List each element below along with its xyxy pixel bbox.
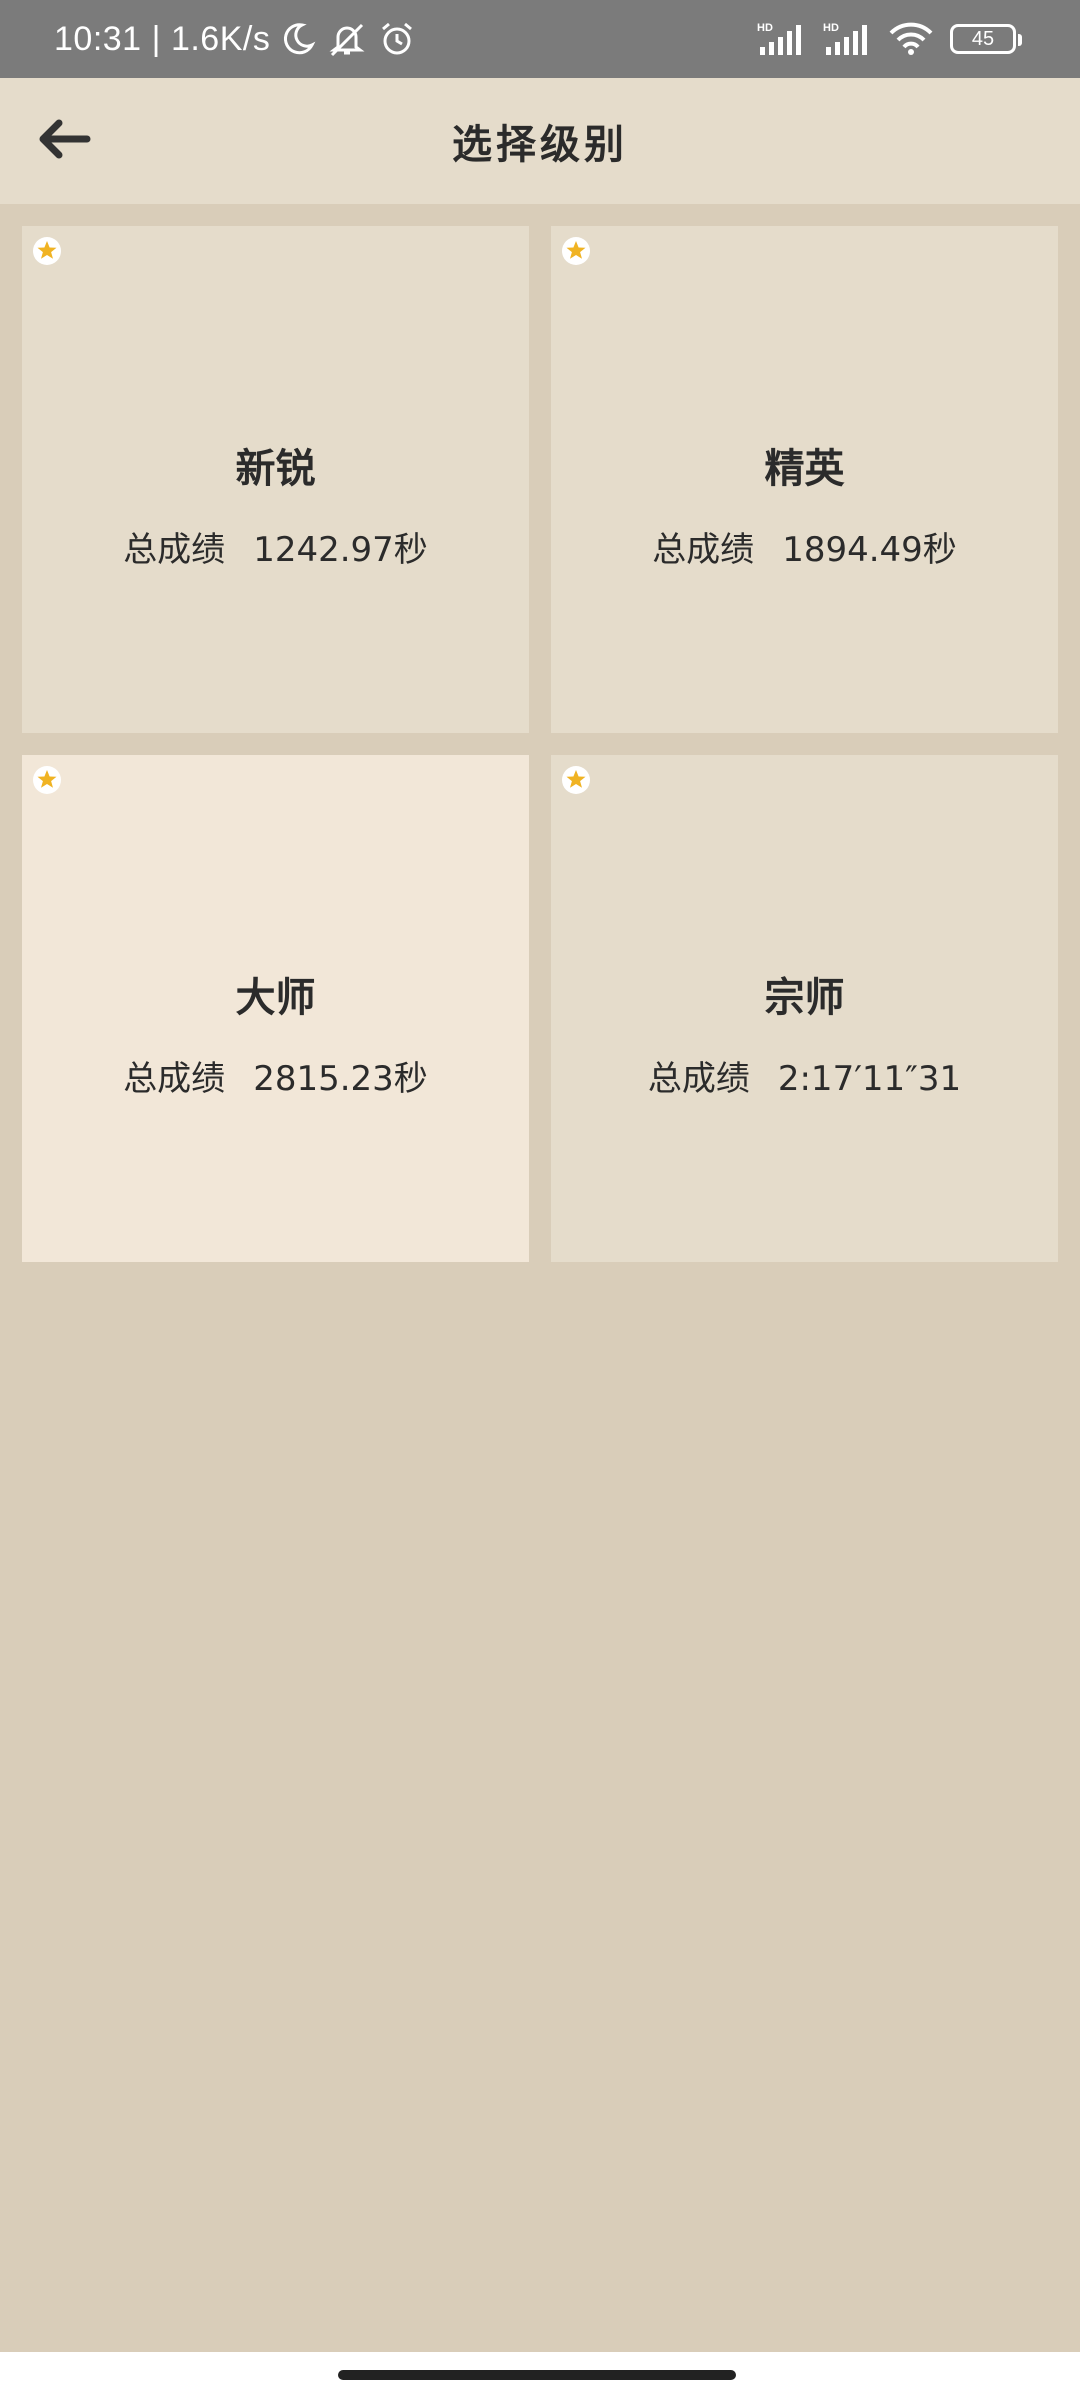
level-score-line: 总成绩 2815.23秒: [22, 1051, 529, 1100]
status-time: 10:31: [54, 19, 142, 58]
level-card-4[interactable]: 宗师 总成绩 2:17′11″31: [551, 755, 1058, 1262]
alarm-icon: [378, 20, 416, 58]
score-label: 总成绩: [652, 530, 755, 570]
score-value: 2:17′11″31: [777, 1059, 962, 1099]
score-value: 1242.97秒: [253, 530, 428, 570]
star-icon: [32, 236, 62, 266]
score-label: 总成绩: [123, 530, 226, 570]
app-bar: 选择级别: [0, 78, 1080, 204]
wifi-icon: [888, 21, 934, 57]
home-indicator[interactable]: [338, 2370, 736, 2380]
star-icon: [561, 765, 591, 795]
level-grid: 新锐 总成绩 1242.97秒 精英 总成绩 1894.49秒 大师 总成绩 2815…: [22, 226, 1058, 1262]
hd-signal-icon: HD: [822, 21, 872, 57]
score-label: 总成绩: [647, 1059, 750, 1099]
svg-text:HD: HD: [757, 22, 773, 34]
page-title: 选择级别: [452, 121, 628, 168]
level-name: 宗师: [764, 974, 845, 1021]
status-separator: |: [151, 19, 161, 58]
arrow-left-icon: [39, 119, 91, 163]
level-card-3[interactable]: 大师 总成绩 2815.23秒: [22, 755, 529, 1262]
level-name: 精英: [764, 445, 845, 492]
level-score-line: 总成绩 1894.49秒: [551, 522, 1058, 571]
status-right: HD HD 45: [756, 0, 1022, 78]
level-card-1[interactable]: 新锐 总成绩 1242.97秒: [22, 226, 529, 733]
level-score-line: 总成绩 1242.97秒: [22, 522, 529, 571]
battery-level: 45: [971, 27, 995, 50]
level-score-line: 总成绩 2:17′11″31: [551, 1051, 1058, 1100]
mute-icon: [326, 21, 368, 57]
battery-icon: 45: [950, 24, 1022, 54]
score-value: 2815.23秒: [253, 1059, 428, 1099]
star-icon: [32, 765, 62, 795]
star-icon: [561, 236, 591, 266]
status-bar: 10:31 | 1.6K/s HD HD 45: [0, 0, 1080, 78]
svg-text:HD: HD: [823, 22, 839, 34]
network-speed: 1.6K/s: [170, 19, 271, 58]
hd-signal-icon: HD: [756, 21, 806, 57]
status-left: 10:31 | 1.6K/s: [54, 0, 416, 78]
level-name: 新锐: [235, 445, 316, 492]
moon-icon: [280, 21, 316, 57]
level-name: 大师: [235, 974, 316, 1021]
score-label: 总成绩: [123, 1059, 226, 1099]
level-card-2[interactable]: 精英 总成绩 1894.49秒: [551, 226, 1058, 733]
back-button[interactable]: [30, 106, 100, 176]
score-value: 1894.49秒: [782, 530, 957, 570]
